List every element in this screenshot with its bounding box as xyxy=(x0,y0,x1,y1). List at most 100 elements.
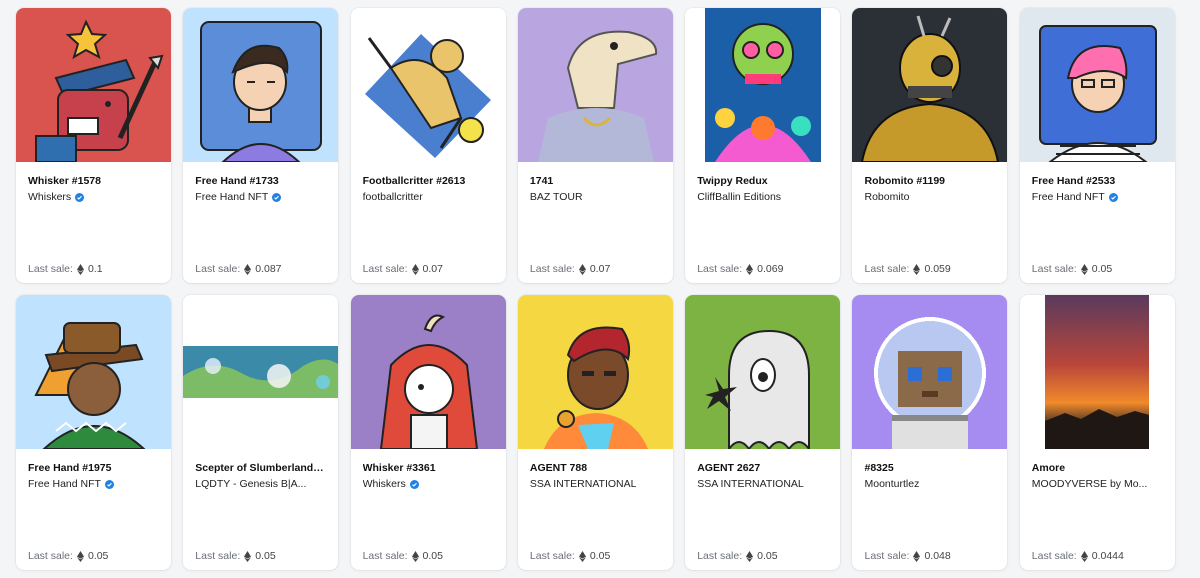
collection-name[interactable]: MOODYVERSE by Mo... xyxy=(1032,477,1148,491)
last-sale-price: 0.07 xyxy=(422,263,443,275)
ethereum-icon xyxy=(411,263,419,275)
last-sale-label: Last sale: xyxy=(697,550,743,562)
nft-title[interactable]: Scepter of Slumberland |... xyxy=(195,461,326,475)
collection-name[interactable]: Free Hand NFT xyxy=(1032,190,1105,204)
collection-name[interactable]: Whiskers xyxy=(363,477,406,491)
collection-name[interactable]: Moonturtlez xyxy=(864,477,919,491)
nft-title[interactable]: Free Hand #2533 xyxy=(1032,174,1163,188)
collection-name[interactable]: Free Hand NFT xyxy=(28,477,101,491)
nft-card[interactable]: Free Hand #1733 Free Hand NFT Last sale:… xyxy=(183,8,339,283)
nft-title[interactable]: Amore xyxy=(1032,461,1163,475)
collection-name[interactable]: BAZ TOUR xyxy=(530,190,583,204)
last-sale-price: 0.0444 xyxy=(1091,550,1124,562)
last-sale: Last sale: 0.05 xyxy=(530,550,610,562)
nft-card[interactable]: Whisker #1578 Whiskers Last sale: 0.1 xyxy=(16,8,171,283)
last-sale: Last sale: 0.05 xyxy=(363,550,443,562)
last-sale-price: 0.05 xyxy=(1091,263,1113,275)
nft-image xyxy=(1019,295,1175,449)
last-sale-label: Last sale: xyxy=(1031,263,1077,275)
last-sale: Last sale: 0.07 xyxy=(530,263,610,275)
last-sale: Last sale: 0.0444 xyxy=(1032,550,1124,562)
verified-badge-icon xyxy=(104,479,114,489)
collection-name[interactable]: SSA INTERNATIONAL xyxy=(697,477,804,491)
nft-card[interactable]: Scepter of Slumberland |... LQDTY - Gene… xyxy=(183,295,339,570)
nft-image xyxy=(183,8,339,162)
nft-card[interactable]: AGENT 2627 SSA INTERNATIONAL Last sale: … xyxy=(685,295,841,570)
nft-title[interactable]: AGENT 788 xyxy=(530,461,661,475)
nft-image xyxy=(350,8,506,162)
nft-card[interactable]: Free Hand #1975 Free Hand NFT Last sale:… xyxy=(16,295,171,570)
last-sale: Last sale: 0.05 xyxy=(28,550,108,562)
collection-name[interactable]: LQDTY - Genesis B|A... xyxy=(195,477,306,491)
last-sale-price: 0.05 xyxy=(255,550,276,562)
nft-card[interactable]: 1741 BAZ TOUR Last sale: 0.07 xyxy=(517,8,673,283)
ethereum-icon xyxy=(746,550,754,562)
last-sale: Last sale: 0.087 xyxy=(195,263,281,275)
last-sale: Last sale: 0.048 xyxy=(864,550,950,562)
last-sale: Last sale: 0.1 xyxy=(28,263,103,275)
nft-title[interactable]: AGENT 2627 xyxy=(697,461,828,475)
verified-badge-icon xyxy=(272,192,282,202)
ethereum-icon xyxy=(1080,550,1088,562)
nft-title[interactable]: Whisker #3361 xyxy=(363,461,494,475)
ethereum-icon xyxy=(578,263,586,275)
last-sale-price: 0.05 xyxy=(422,550,443,562)
nft-title[interactable]: Whisker #1578 xyxy=(28,174,159,188)
last-sale-price: 0.069 xyxy=(757,263,784,275)
nft-title[interactable]: Twippy Redux xyxy=(697,174,828,188)
last-sale-price: 0.1 xyxy=(87,263,103,275)
nft-card[interactable]: Footballcritter #2613 footballcritter La… xyxy=(350,8,506,283)
last-sale-label: Last sale: xyxy=(362,263,408,275)
last-sale-label: Last sale: xyxy=(529,550,575,562)
last-sale: Last sale: 0.07 xyxy=(363,263,443,275)
last-sale-price: 0.07 xyxy=(589,263,611,275)
nft-image xyxy=(852,295,1008,449)
nft-title[interactable]: Free Hand #1733 xyxy=(195,174,326,188)
last-sale: Last sale: 0.05 xyxy=(697,550,777,562)
nft-card[interactable]: Free Hand #2533 Free Hand NFT Last sale:… xyxy=(1019,8,1175,283)
nft-card[interactable]: Robomito #1199 Robomito Last sale: 0.059 xyxy=(852,8,1008,283)
nft-card[interactable]: Amore MOODYVERSE by Mo... Last sale: 0.0… xyxy=(1019,295,1175,570)
nft-title[interactable]: 1741 xyxy=(530,174,661,188)
nft-title[interactable]: Free Hand #1975 xyxy=(28,461,159,475)
last-sale-label: Last sale: xyxy=(864,263,910,275)
nft-title[interactable]: Footballcritter #2613 xyxy=(363,174,494,188)
nft-grid: Whisker #1578 Whiskers Last sale: 0.1 Fr… xyxy=(16,8,1175,570)
last-sale-price: 0.048 xyxy=(924,550,951,562)
last-sale: Last sale: 0.069 xyxy=(697,263,783,275)
nft-card[interactable]: AGENT 788 SSA INTERNATIONAL Last sale: 0… xyxy=(517,295,673,570)
ethereum-icon xyxy=(746,263,754,275)
nft-image xyxy=(517,295,673,449)
ethereum-icon xyxy=(1080,263,1088,275)
nft-image xyxy=(517,8,673,162)
nft-card[interactable]: #8325 Moonturtlez Last sale: 0.048 xyxy=(852,295,1008,570)
collection-name[interactable]: Robomito xyxy=(864,190,909,204)
collection-name[interactable]: Free Hand NFT xyxy=(195,190,268,204)
ethereum-icon xyxy=(76,550,84,562)
last-sale: Last sale: 0.059 xyxy=(864,263,950,275)
last-sale: Last sale: 0.05 xyxy=(195,550,275,562)
ethereum-icon xyxy=(244,550,252,562)
last-sale-label: Last sale: xyxy=(195,263,241,275)
nft-image xyxy=(16,295,171,449)
nft-image xyxy=(1019,8,1175,162)
nft-title[interactable]: Robomito #1199 xyxy=(864,174,995,188)
nft-title[interactable]: #8325 xyxy=(864,461,995,475)
ethereum-icon xyxy=(578,550,586,562)
nft-image xyxy=(685,295,841,449)
last-sale-price: 0.05 xyxy=(87,550,109,562)
collection-name[interactable]: Whiskers xyxy=(28,190,71,204)
last-sale-label: Last sale: xyxy=(28,263,73,275)
collection-name[interactable]: footballcritter xyxy=(363,190,423,204)
ethereum-icon xyxy=(76,263,84,275)
last-sale-label: Last sale: xyxy=(697,263,743,275)
nft-card[interactable]: Whisker #3361 Whiskers Last sale: 0.05 xyxy=(350,295,506,570)
last-sale-label: Last sale: xyxy=(28,550,73,562)
collection-name[interactable]: SSA INTERNATIONAL xyxy=(530,477,637,491)
nft-card[interactable]: Twippy Redux CliffBallin Editions Last s… xyxy=(685,8,841,283)
nft-image xyxy=(685,8,841,162)
last-sale-label: Last sale: xyxy=(195,550,241,562)
verified-badge-icon xyxy=(1108,192,1118,202)
collection-name[interactable]: CliffBallin Editions xyxy=(697,190,781,204)
ethereum-icon xyxy=(913,263,921,275)
